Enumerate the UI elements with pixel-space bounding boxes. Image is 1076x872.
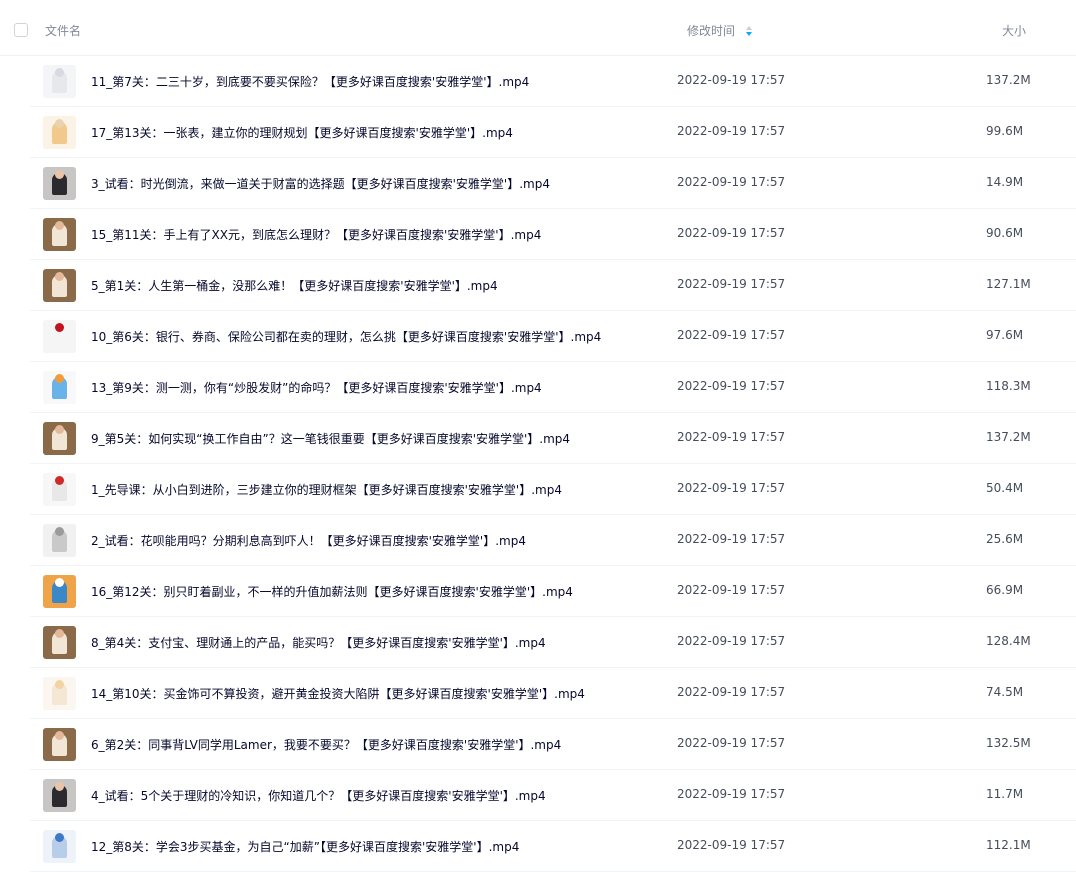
file-row[interactable]: 6_第2关：同事背LV同学用Lamer，我要不要买？【更多好课百度搜索'安雅学堂… xyxy=(30,719,1076,770)
file-modified-time: 2022-09-19 17:57 xyxy=(677,277,786,291)
file-name[interactable]: 14_第10关：买金饰可不算投资，避开黄金投资大陷阱【更多好课百度搜索'安雅学堂… xyxy=(91,685,585,702)
file-name[interactable]: 6_第2关：同事背LV同学用Lamer，我要不要买？【更多好课百度搜索'安雅学堂… xyxy=(91,736,561,753)
file-modified-time: 2022-09-19 17:57 xyxy=(677,73,786,87)
file-size: 74.5M xyxy=(986,685,1024,699)
video-thumbnail[interactable] xyxy=(43,575,76,608)
file-row[interactable]: 2_试看：花呗能用吗？分期利息高到吓人！【更多好课百度搜索'安雅学堂'】.mp4… xyxy=(30,515,1076,566)
video-thumbnail[interactable] xyxy=(43,269,76,302)
file-modified-time: 2022-09-19 17:57 xyxy=(677,787,786,801)
file-modified-time: 2022-09-19 17:57 xyxy=(677,430,786,444)
file-size: 99.6M xyxy=(986,124,1024,138)
file-row[interactable]: 5_第1关：人生第一桶金，没那么难！【更多好课百度搜索'安雅学堂'】.mp4 20… xyxy=(30,260,1076,311)
file-name[interactable]: 11_第7关：二三十岁，到底要不要买保险？【更多好课百度搜索'安雅学堂'】.mp… xyxy=(91,73,529,90)
file-modified-time: 2022-09-19 17:57 xyxy=(677,124,786,138)
file-name[interactable]: 4_试看：5个关于理财的冷知识，你知道几个？【更多好课百度搜索'安雅学堂'】.m… xyxy=(91,787,546,804)
column-header-filename[interactable]: 文件名 xyxy=(45,22,81,39)
video-thumbnail[interactable] xyxy=(43,65,76,98)
file-name[interactable]: 15_第11关：手上有了XX元，到底怎么理财？【更多好课百度搜索'安雅学堂'】.… xyxy=(91,226,541,243)
file-size: 25.6M xyxy=(986,532,1024,546)
file-row[interactable]: 16_第12关：别只盯着副业，不一样的升值加薪法则【更多好课百度搜索'安雅学堂'… xyxy=(30,566,1076,617)
file-name[interactable]: 9_第5关：如何实现“换工作自由”？这一笔钱很重要【更多好课百度搜索'安雅学堂'… xyxy=(91,430,570,447)
file-modified-time: 2022-09-19 17:57 xyxy=(677,175,786,189)
file-name[interactable]: 2_试看：花呗能用吗？分期利息高到吓人！【更多好课百度搜索'安雅学堂'】.mp4 xyxy=(91,532,526,549)
sort-icon[interactable] xyxy=(745,25,753,37)
file-row[interactable]: 15_第11关：手上有了XX元，到底怎么理财？【更多好课百度搜索'安雅学堂'】.… xyxy=(30,209,1076,260)
file-size: 118.3M xyxy=(986,379,1031,393)
file-name[interactable]: 12_第8关：学会3步买基金，为自己“加薪”【更多好课百度搜索'安雅学堂'】.m… xyxy=(91,838,519,855)
file-modified-time: 2022-09-19 17:57 xyxy=(677,736,786,750)
video-thumbnail[interactable] xyxy=(43,626,76,659)
file-name[interactable]: 13_第9关：测一测，你有“炒股发财”的命吗？【更多好课百度搜索'安雅学堂'】.… xyxy=(91,379,542,396)
video-thumbnail[interactable] xyxy=(43,218,76,251)
file-list: 11_第7关：二三十岁，到底要不要买保险？【更多好课百度搜索'安雅学堂'】.mp… xyxy=(0,56,1076,872)
file-row[interactable]: 8_第4关：支付宝、理财通上的产品，能买吗？【更多好课百度搜索'安雅学堂'】.m… xyxy=(30,617,1076,668)
video-thumbnail[interactable] xyxy=(43,320,76,353)
video-thumbnail[interactable] xyxy=(43,779,76,812)
file-name[interactable]: 17_第13关：一张表，建立你的理财规划【更多好课百度搜索'安雅学堂'】.mp4 xyxy=(91,124,513,141)
file-name[interactable]: 8_第4关：支付宝、理财通上的产品，能买吗？【更多好课百度搜索'安雅学堂'】.m… xyxy=(91,634,546,651)
file-size: 50.4M xyxy=(986,481,1024,495)
video-thumbnail[interactable] xyxy=(43,371,76,404)
file-size: 14.9M xyxy=(986,175,1024,189)
video-thumbnail[interactable] xyxy=(43,677,76,710)
file-row[interactable]: 1_先导课：从小白到进阶，三步建立你的理财框架【更多好课百度搜索'安雅学堂'】.… xyxy=(30,464,1076,515)
file-modified-time: 2022-09-19 17:57 xyxy=(677,328,786,342)
file-name[interactable]: 5_第1关：人生第一桶金，没那么难！【更多好课百度搜索'安雅学堂'】.mp4 xyxy=(91,277,498,294)
file-row[interactable]: 13_第9关：测一测，你有“炒股发财”的命吗？【更多好课百度搜索'安雅学堂'】.… xyxy=(30,362,1076,413)
file-row[interactable]: 12_第8关：学会3步买基金，为自己“加薪”【更多好课百度搜索'安雅学堂'】.m… xyxy=(30,821,1076,872)
video-thumbnail[interactable] xyxy=(43,524,76,557)
file-row[interactable]: 11_第7关：二三十岁，到底要不要买保险？【更多好课百度搜索'安雅学堂'】.mp… xyxy=(30,56,1076,107)
file-size: 128.4M xyxy=(986,634,1031,648)
file-row[interactable]: 4_试看：5个关于理财的冷知识，你知道几个？【更多好课百度搜索'安雅学堂'】.m… xyxy=(30,770,1076,821)
file-size: 137.2M xyxy=(986,73,1031,87)
video-thumbnail[interactable] xyxy=(43,167,76,200)
file-size: 97.6M xyxy=(986,328,1024,342)
file-modified-time: 2022-09-19 17:57 xyxy=(677,838,786,852)
file-size: 137.2M xyxy=(986,430,1031,444)
file-row[interactable]: 9_第5关：如何实现“换工作自由”？这一笔钱很重要【更多好课百度搜索'安雅学堂'… xyxy=(30,413,1076,464)
video-thumbnail[interactable] xyxy=(43,116,76,149)
file-size: 127.1M xyxy=(986,277,1031,291)
column-header-size[interactable]: 大小 xyxy=(1002,22,1026,39)
file-size: 90.6M xyxy=(986,226,1024,240)
file-modified-time: 2022-09-19 17:57 xyxy=(677,481,786,495)
file-name[interactable]: 3_试看：时光倒流，来做一道关于财富的选择题【更多好课百度搜索'安雅学堂'】.m… xyxy=(91,175,550,192)
video-thumbnail[interactable] xyxy=(43,473,76,506)
file-size: 66.9M xyxy=(986,583,1024,597)
select-all-checkbox[interactable] xyxy=(14,23,28,37)
file-row[interactable]: 17_第13关：一张表，建立你的理财规划【更多好课百度搜索'安雅学堂'】.mp4… xyxy=(30,107,1076,158)
file-list-header: 文件名 修改时间 大小 xyxy=(0,0,1076,56)
file-name[interactable]: 1_先导课：从小白到进阶，三步建立你的理财框架【更多好课百度搜索'安雅学堂'】.… xyxy=(91,481,562,498)
video-thumbnail[interactable] xyxy=(43,830,76,863)
file-modified-time: 2022-09-19 17:57 xyxy=(677,634,786,648)
video-thumbnail[interactable] xyxy=(43,728,76,761)
file-name[interactable]: 16_第12关：别只盯着副业，不一样的升值加薪法则【更多好课百度搜索'安雅学堂'… xyxy=(91,583,573,600)
file-modified-time: 2022-09-19 17:57 xyxy=(677,379,786,393)
file-size: 11.7M xyxy=(986,787,1024,801)
file-modified-time: 2022-09-19 17:57 xyxy=(677,583,786,597)
column-header-modified-time[interactable]: 修改时间 xyxy=(687,22,735,39)
file-modified-time: 2022-09-19 17:57 xyxy=(677,532,786,546)
file-row[interactable]: 10_第6关：银行、券商、保险公司都在卖的理财，怎么挑【更多好课百度搜索'安雅学… xyxy=(30,311,1076,362)
file-name[interactable]: 10_第6关：银行、券商、保险公司都在卖的理财，怎么挑【更多好课百度搜索'安雅学… xyxy=(91,328,601,345)
file-row[interactable]: 14_第10关：买金饰可不算投资，避开黄金投资大陷阱【更多好课百度搜索'安雅学堂… xyxy=(30,668,1076,719)
file-modified-time: 2022-09-19 17:57 xyxy=(677,226,786,240)
file-size: 132.5M xyxy=(986,736,1031,750)
file-row[interactable]: 3_试看：时光倒流，来做一道关于财富的选择题【更多好课百度搜索'安雅学堂'】.m… xyxy=(30,158,1076,209)
file-size: 112.1M xyxy=(986,838,1031,852)
file-modified-time: 2022-09-19 17:57 xyxy=(677,685,786,699)
video-thumbnail[interactable] xyxy=(43,422,76,455)
